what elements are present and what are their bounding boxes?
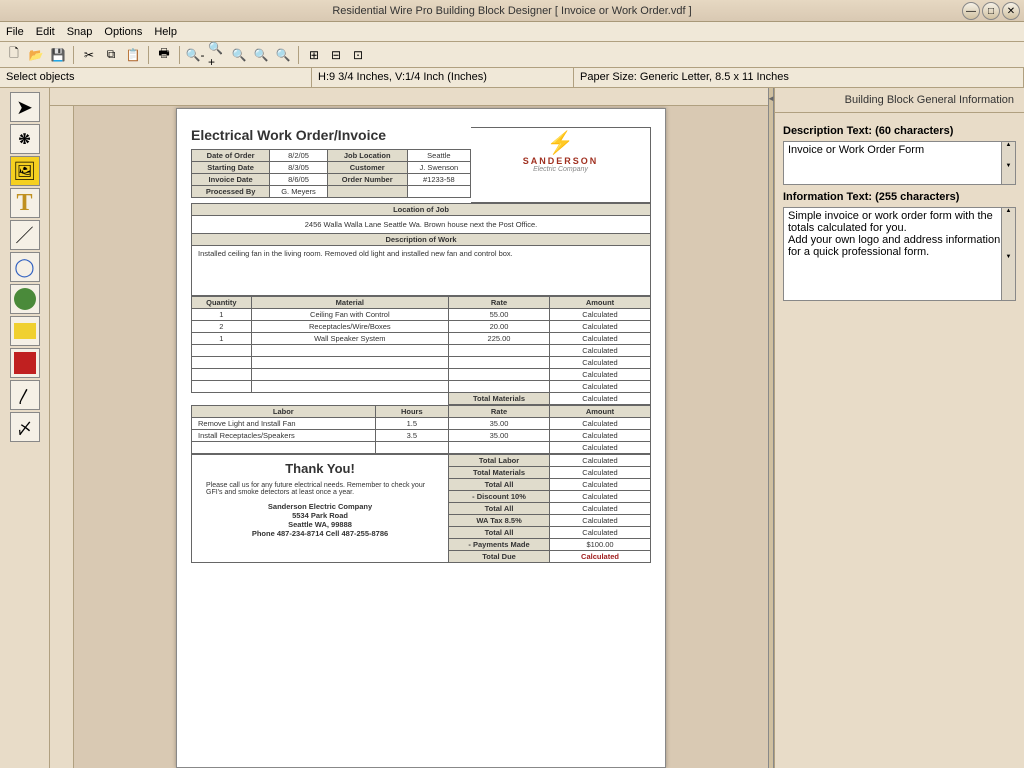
phone: Phone 487-234-8714 Cell 487-255-8786 [198, 529, 442, 538]
menu-edit[interactable]: Edit [36, 26, 55, 38]
document-page[interactable]: Electrical Work Order/Invoice Date of Or… [176, 108, 666, 768]
cursor-position: H:9 3/4 Inches, V:1/4 Inch (Inches) [312, 68, 574, 87]
polyline-tool[interactable]: 〳 [10, 380, 40, 410]
zoom-extents-icon[interactable]: 🔍 [251, 45, 271, 65]
side-header: Building Block General Information [775, 88, 1024, 113]
infobar: Select objects H:9 3/4 Inches, V:1/4 Inc… [0, 68, 1024, 88]
text-tool[interactable]: T [10, 188, 40, 218]
toolbar: 🗋 📂 💾 ✂ ⧉ 📋 🖶 🔍- 🔍+ 🔍 🔍 🔍 ⊞ ⊟ ⊡ [0, 42, 1024, 68]
location-header: Location of Job [192, 204, 651, 216]
close-button[interactable]: ✕ [1002, 2, 1020, 20]
ellipse-tool[interactable]: ◯ [10, 252, 40, 282]
image-tool[interactable]: 🖼 [10, 156, 40, 186]
addr2: Seattle WA, 99888 [198, 520, 442, 529]
footer-note: Please call us for any future electrical… [206, 482, 434, 496]
paste-icon[interactable]: 📋 [123, 45, 143, 65]
zoom-out-icon[interactable]: 🔍- [185, 45, 205, 65]
canvas[interactable]: Electrical Work Order/Invoice Date of Or… [74, 106, 768, 768]
ruler-vertical [50, 106, 74, 768]
splitter[interactable] [768, 88, 774, 768]
paper-size: Paper Size: Generic Letter, 8.5 x 11 Inc… [574, 68, 1024, 87]
total-due-label: Total Due [449, 551, 550, 563]
brand-sub: Electric Company [475, 166, 646, 173]
company: Sanderson Electric Company [198, 502, 442, 511]
location-text: 2456 Walla Walla Lane Seattle Wa. Brown … [192, 216, 651, 234]
spinner-up-icon[interactable]: ▲ [1001, 142, 1015, 163]
ruler-horizontal [50, 88, 768, 106]
graphic-tool[interactable]: 🞽 [10, 124, 40, 154]
open-icon[interactable]: 📂 [26, 45, 46, 65]
cut-icon[interactable]: ✂ [79, 45, 99, 65]
menu-snap[interactable]: Snap [67, 26, 93, 38]
fill-rect-tool[interactable] [10, 316, 40, 346]
total-due-value: Calculated [550, 551, 651, 563]
pointer-tool[interactable]: ➤ [10, 92, 40, 122]
logo-block: ⚡ SANDERSON Electric Company [471, 127, 651, 203]
menu-options[interactable]: Options [104, 26, 142, 38]
menu-help[interactable]: Help [154, 26, 177, 38]
new-icon[interactable]: 🗋 [4, 45, 24, 65]
desc-label: Description Text: (60 characters) [783, 125, 1016, 137]
bolt-icon: ⚡ [475, 130, 646, 156]
polygon-tool[interactable]: 〆 [10, 412, 40, 442]
menubar: File Edit Snap Options Help [0, 22, 1024, 42]
line-tool[interactable]: ／ [10, 220, 40, 250]
zoom-page-icon[interactable]: 🔍 [273, 45, 293, 65]
align-icon[interactable]: ⊞ [304, 45, 324, 65]
side-panel: Building Block General Information Descr… [774, 88, 1024, 768]
spinner-up-icon[interactable]: ▲ [1001, 208, 1015, 254]
addr1: 5534 Park Road [198, 511, 442, 520]
info-input[interactable]: Simple invoice or work order form with t… [783, 207, 1016, 301]
spinner-down-icon[interactable]: ▼ [1001, 254, 1015, 300]
desc-input[interactable]: Invoice or Work Order Form ▲▼ [783, 141, 1016, 185]
distribute-icon[interactable]: ⊟ [326, 45, 346, 65]
fill-circle-tool[interactable] [10, 284, 40, 314]
menu-file[interactable]: File [6, 26, 24, 38]
zoom-in-icon[interactable]: 🔍+ [207, 45, 227, 65]
fill-square-tool[interactable] [10, 348, 40, 378]
copy-icon[interactable]: ⧉ [101, 45, 121, 65]
maximize-button[interactable]: □ [982, 2, 1000, 20]
spinner-down-icon[interactable]: ▼ [1001, 163, 1015, 184]
thank-you: Thank You! [198, 461, 442, 476]
selection-status: Select objects [0, 68, 312, 87]
zoom-window-icon[interactable]: 🔍 [229, 45, 249, 65]
info-label: Information Text: (255 characters) [783, 191, 1016, 203]
dow-text: Installed ceiling fan in the living room… [192, 246, 651, 296]
save-icon[interactable]: 💾 [48, 45, 68, 65]
minimize-button[interactable]: — [962, 2, 980, 20]
titlebar: Residential Wire Pro Building Block Desi… [0, 0, 1024, 22]
dow-header: Description of Work [192, 234, 651, 246]
doc-title: Electrical Work Order/Invoice [191, 127, 471, 143]
toolbox: ➤ 🞽 🖼 T ／ ◯ 〳 〆 [0, 88, 50, 768]
window-title: Residential Wire Pro Building Block Desi… [332, 5, 691, 17]
grid-icon[interactable]: ⊡ [348, 45, 368, 65]
print-icon[interactable]: 🖶 [154, 45, 174, 65]
brand-name: SANDERSON [475, 156, 646, 166]
